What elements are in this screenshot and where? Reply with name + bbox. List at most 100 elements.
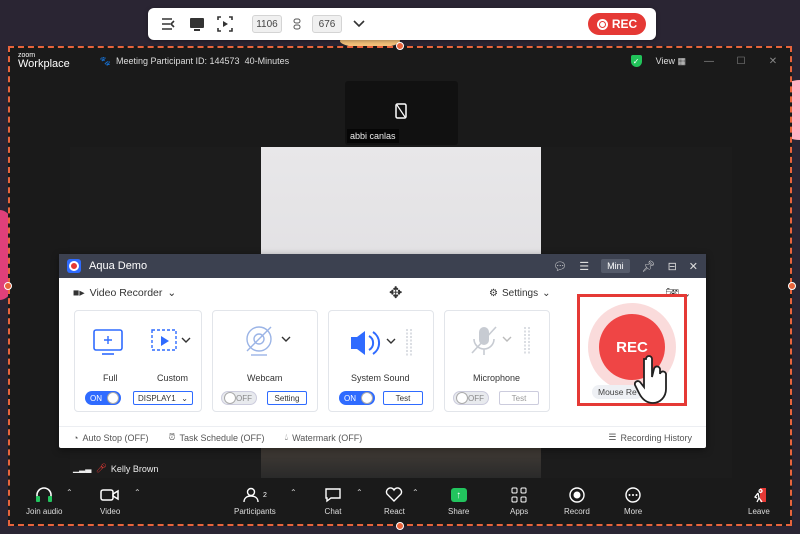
task-schedule-button[interactable]: ⏰︎ Task Schedule (OFF) — [168, 432, 264, 443]
pin-icon[interactable]: 📌︎ — [642, 260, 656, 273]
chevron-down-icon[interactable] — [348, 13, 370, 35]
view-button[interactable]: View ▦ — [656, 56, 686, 67]
rec-highlight-box: REC Mouse Re — [577, 294, 687, 406]
leave-icon — [751, 486, 767, 504]
rec-button[interactable]: REC — [588, 13, 646, 35]
chat-bubble-icon[interactable]: 💬︎ — [553, 260, 567, 273]
meeting-id: Meeting Participant ID: 144573 — [115, 56, 240, 66]
react-button[interactable]: React — [384, 486, 405, 516]
link-icon[interactable] — [286, 13, 308, 35]
video-camera-icon — [100, 486, 120, 504]
full-screen-icon[interactable] — [93, 329, 123, 360]
custom-region-icon[interactable] — [151, 329, 191, 360]
minimize-icon[interactable]: ⊟ — [668, 260, 677, 273]
mini-mode-button[interactable]: Mini — [601, 259, 630, 273]
resize-handle-bottom[interactable] — [396, 522, 404, 530]
chat-icon — [324, 486, 342, 504]
join-audio-button[interactable]: Join audio — [26, 486, 62, 516]
webcam-icon[interactable] — [243, 325, 303, 362]
monitor-icon[interactable] — [186, 13, 208, 35]
resize-handle-top[interactable] — [396, 42, 404, 50]
region-select-icon[interactable] — [214, 13, 236, 35]
participants-button[interactable]: 2 Participants — [234, 486, 276, 516]
close-icon[interactable]: ✕ — [689, 260, 698, 273]
participants-label: Participants — [234, 507, 276, 516]
aqua-footer: ◔ Auto Stop (OFF) ⏰︎ Task Schedule (OFF)… — [59, 426, 706, 448]
leave-button[interactable]: Leave — [748, 486, 770, 516]
microphone-card: Microphone OFF Test — [444, 310, 550, 412]
chat-button[interactable]: Chat — [324, 486, 342, 516]
speaker-name-tag: ▁▂▃ 🎤︎ Kelly Brown — [70, 461, 161, 476]
heart-icon — [385, 486, 403, 504]
menu-collapse-icon[interactable] — [158, 13, 180, 35]
mode-selector[interactable]: Video Recorder — [90, 287, 163, 299]
more-label: More — [624, 507, 643, 516]
shield-icon[interactable]: ✓ — [630, 55, 642, 67]
system-sound-label: System Sound — [351, 373, 410, 383]
rec-label: REC — [611, 17, 638, 31]
paw-icon: 🐾 — [99, 55, 111, 66]
system-sound-toggle[interactable]: ON — [339, 391, 375, 405]
meeting-duration: 40-Minutes — [244, 56, 290, 66]
microphone-toggle[interactable]: OFF — [453, 391, 489, 405]
system-sound-card: System Sound ON Test — [328, 310, 434, 412]
chevron-up-icon[interactable]: ⌃ — [66, 488, 73, 497]
record-button[interactable]: Record — [564, 486, 590, 516]
settings-button[interactable]: ⚙ Settings ⌄ — [489, 288, 551, 299]
webcam-toggle[interactable]: OFF — [221, 391, 257, 405]
height-field[interactable]: 676 — [312, 15, 342, 33]
apps-button[interactable]: Apps — [510, 486, 528, 516]
speaker-icon[interactable] — [349, 327, 429, 364]
webcam-setting-button[interactable]: Setting — [267, 391, 307, 405]
video-button[interactable]: Video — [100, 486, 120, 516]
share-label: Share — [448, 507, 470, 516]
close-icon[interactable]: ✕ — [764, 56, 782, 67]
share-button[interactable]: ↑ Share — [448, 486, 469, 516]
join-audio-label: Join audio — [26, 507, 63, 516]
zoom-toolbar: Join audio ⌃ Video ⌃ 2 Participants ⌃ Ch… — [8, 480, 792, 526]
auto-stop-button[interactable]: ◔ Auto Stop (OFF) — [73, 433, 148, 443]
chevron-down-icon[interactable]: ⌄ — [167, 287, 176, 299]
auto-stop-icon: ◔ — [73, 432, 79, 443]
chevron-up-icon[interactable]: ⌃ — [356, 488, 363, 497]
leave-label: Leave — [748, 507, 770, 516]
minimize-icon[interactable]: — — [700, 56, 718, 67]
react-label: React — [384, 507, 405, 516]
microphone-test-button[interactable]: Test — [499, 391, 539, 405]
recording-history-button[interactable]: ☰ Recording History — [608, 432, 692, 443]
apps-label: Apps — [510, 507, 529, 516]
resize-handle-right[interactable] — [788, 282, 796, 290]
participant-tile[interactable]: abbi canlas — [345, 81, 458, 145]
video-recorder-icon: ■▸ — [73, 287, 85, 299]
chevron-up-icon[interactable]: ⌃ — [134, 488, 141, 497]
settings-label: Settings — [501, 287, 539, 299]
participants-icon: 2 — [243, 486, 267, 504]
more-button[interactable]: More — [624, 486, 642, 516]
resize-handle-left[interactable] — [4, 282, 12, 290]
signal-icon: ▁▂▃ — [73, 464, 92, 473]
watermark-label: Watermark (OFF) — [292, 432, 363, 443]
video-label: Video — [100, 507, 121, 516]
width-field[interactable]: 1106 — [252, 15, 282, 33]
chevron-up-icon[interactable]: ⌃ — [412, 488, 419, 497]
display-toggle[interactable]: ON — [85, 391, 121, 405]
move-cross-icon[interactable]: ✥ — [389, 283, 402, 303]
participants-count: 2 — [262, 491, 267, 499]
zoom-logo-big: Workplace — [18, 58, 70, 70]
auto-stop-label: Auto Stop (OFF) — [82, 432, 149, 443]
rec-main-label: REC — [616, 338, 648, 356]
record-icon — [569, 486, 585, 504]
display-card: Full Custom ON DISPLAY1 ⌄ — [74, 310, 202, 412]
system-sound-test-button[interactable]: Test — [383, 391, 423, 405]
watermark-button[interactable]: 💧︎ Watermark (OFF) — [285, 432, 363, 443]
maximize-icon[interactable]: ☐ — [732, 56, 750, 67]
microphone-muted-icon[interactable] — [469, 325, 549, 364]
hamburger-menu-icon[interactable]: ☰ — [579, 260, 589, 273]
chevron-down-icon: ⌄ — [542, 287, 551, 299]
full-label: Full — [103, 373, 118, 383]
chevron-up-icon[interactable]: ⌃ — [290, 488, 297, 497]
microphone-label: Microphone — [473, 373, 521, 383]
display-select[interactable]: DISPLAY1 ⌄ — [133, 391, 193, 405]
record-label: Record — [564, 507, 590, 516]
muted-mic-icon: 🎤︎ — [95, 463, 107, 473]
